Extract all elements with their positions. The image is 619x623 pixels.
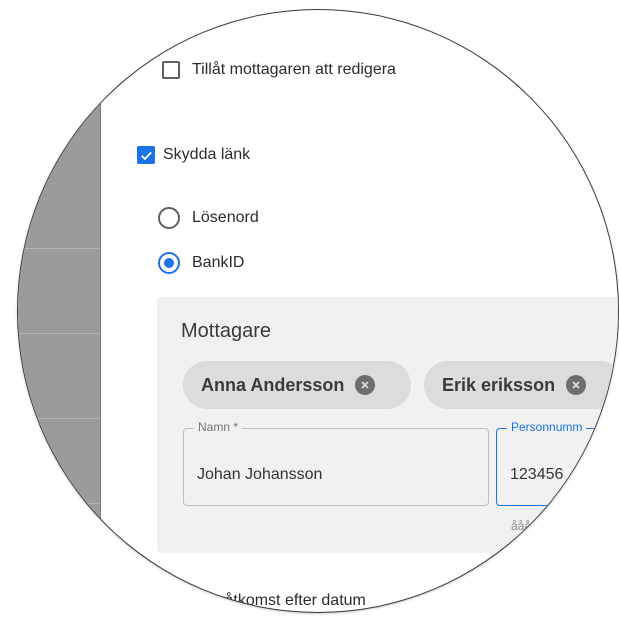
recipient-chip-label: Erik eriksson bbox=[442, 374, 556, 395]
background-row-divider bbox=[18, 248, 100, 249]
stop-access-label[interactable]: toppa åtkomst efter datum bbox=[180, 592, 366, 610]
background-row-divider bbox=[18, 333, 100, 334]
name-field-label: Namn * bbox=[194, 420, 243, 434]
personal-number-helper-text: ååå bbox=[511, 519, 532, 533]
share-dialog-canvas: Tillåt mottagaren att redigera Skydda lä… bbox=[18, 10, 618, 612]
dialog-edge bbox=[100, 10, 101, 612]
name-field[interactable]: Namn * Johan Johansson bbox=[183, 420, 489, 506]
radio-option-bankid[interactable]: BankID bbox=[158, 252, 244, 274]
personal-number-label: Personnumm bbox=[507, 420, 587, 434]
name-field-value: Johan Johansson bbox=[197, 466, 323, 483]
allow-edit-option[interactable]: Tillåt mottagaren att redigera bbox=[162, 61, 396, 79]
password-radio[interactable] bbox=[158, 207, 180, 229]
background-table-panel bbox=[18, 10, 100, 612]
check-icon bbox=[140, 151, 152, 160]
allow-edit-label: Tillåt mottagaren att redigera bbox=[192, 61, 396, 78]
recipient-chip-label: Anna Andersson bbox=[201, 374, 345, 395]
personal-number-value: 123456 bbox=[510, 466, 564, 483]
recipients-title: Mottagare bbox=[181, 320, 272, 342]
password-radio-label: Lösenord bbox=[192, 209, 259, 226]
bankid-radio-label: BankID bbox=[192, 254, 245, 271]
recipient-chip[interactable]: Anna Andersson bbox=[183, 361, 411, 409]
protect-link-checkbox[interactable] bbox=[137, 146, 155, 164]
bankid-radio[interactable] bbox=[158, 252, 180, 274]
personal-number-field[interactable]: Personnumm 123456 bbox=[496, 420, 618, 506]
clear-circle-icon[interactable] bbox=[355, 375, 376, 395]
clear-circle-icon[interactable] bbox=[566, 375, 587, 395]
magnifier-lens: Tillåt mottagaren att redigera Skydda lä… bbox=[18, 10, 618, 612]
recipient-chip[interactable]: Erik eriksson bbox=[424, 361, 618, 409]
background-row-divider bbox=[18, 503, 100, 504]
protect-link-option[interactable]: Skydda länk bbox=[137, 146, 250, 164]
background-row-divider bbox=[18, 418, 100, 419]
allow-edit-checkbox[interactable] bbox=[162, 61, 180, 79]
protect-link-label: Skydda länk bbox=[163, 146, 251, 163]
radio-option-password[interactable]: Lösenord bbox=[158, 207, 259, 229]
